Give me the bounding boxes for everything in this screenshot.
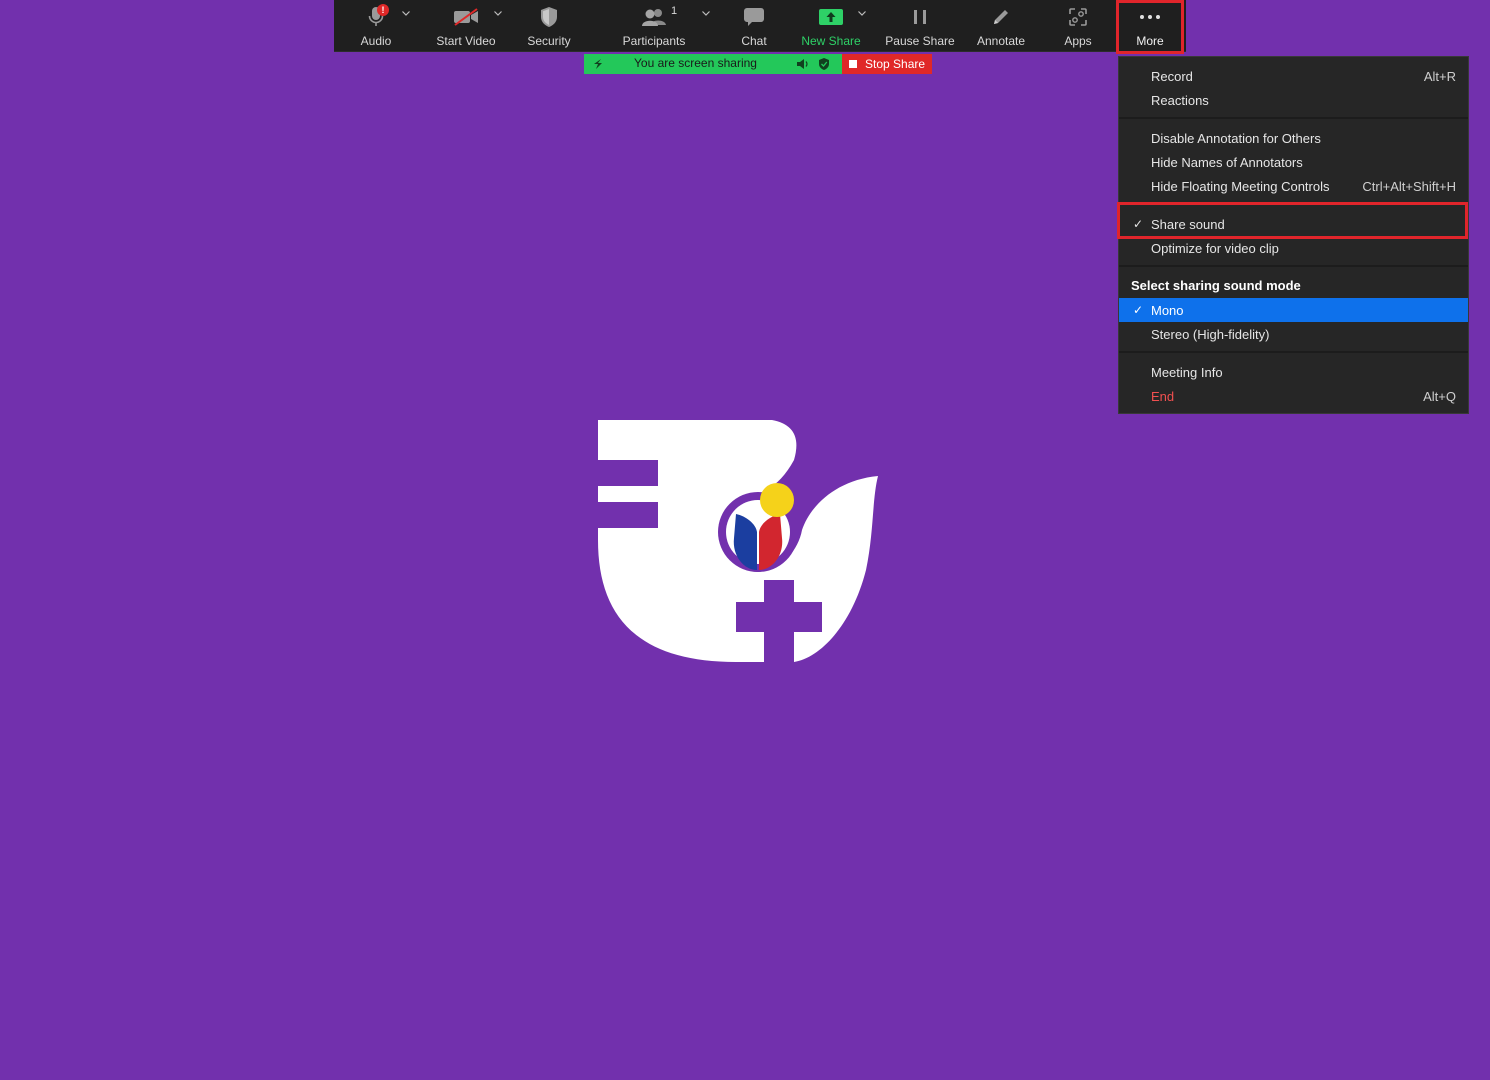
screen-sharing-text: You are screen sharing xyxy=(634,56,757,70)
menu-item-label: Mono xyxy=(1151,302,1184,318)
video-off-icon xyxy=(454,8,478,26)
screen-sharing-banner[interactable]: You are screen sharing xyxy=(584,54,842,74)
pause-icon xyxy=(914,10,926,24)
annotate-label: Annotate xyxy=(976,34,1026,48)
participants-button[interactable]: Participants xyxy=(616,0,692,52)
stop-square-icon xyxy=(849,60,857,68)
stop-share-button[interactable]: Stop Share xyxy=(842,54,932,74)
menu-item-label: Record xyxy=(1151,68,1193,84)
menu-item-label: Hide Floating Meeting Controls xyxy=(1151,178,1330,194)
checkmark-icon: ✓ xyxy=(1133,217,1144,231)
more-label: More xyxy=(1136,34,1164,48)
menu-item-end[interactable]: End Alt+Q xyxy=(1119,384,1468,408)
apps-label: Apps xyxy=(1064,34,1092,48)
menu-item-label: Optimize for video clip xyxy=(1151,240,1279,256)
participants-options-chevron-icon[interactable] xyxy=(701,8,711,18)
menu-item-shortcut: Alt+R xyxy=(1423,68,1456,84)
chat-label: Chat xyxy=(741,34,767,48)
start-video-label: Start Video xyxy=(436,34,496,48)
menu-item-label: Stereo (High-fidelity) xyxy=(1151,326,1270,342)
menu-item-shortcut: Ctrl+Alt+Shift+H xyxy=(1362,178,1456,194)
more-button[interactable]: More xyxy=(1118,0,1182,52)
menu-item-meeting-info[interactable]: Meeting Info xyxy=(1119,360,1468,384)
menu-item-stereo[interactable]: Stereo (High-fidelity) xyxy=(1119,322,1468,346)
menu-item-mono[interactable]: ✓ Mono xyxy=(1119,298,1468,322)
menu-item-hide-annotator-names[interactable]: Hide Names of Annotators xyxy=(1119,150,1468,174)
menu-item-label: Share sound xyxy=(1151,216,1225,232)
menu-divider xyxy=(1119,265,1468,267)
participants-icon xyxy=(642,9,666,26)
security-label: Security xyxy=(527,34,571,48)
apps-button[interactable]: Apps xyxy=(1052,0,1104,52)
meeting-toolbar: ! Audio Start Video Security Participant… xyxy=(334,0,1186,52)
shared-screen-logo xyxy=(598,420,878,662)
video-options-chevron-icon[interactable] xyxy=(493,8,503,18)
menu-item-label: Hide Names of Annotators xyxy=(1151,154,1303,170)
share-options-chevron-icon[interactable] xyxy=(857,8,867,18)
start-video-button[interactable]: Start Video xyxy=(432,0,500,52)
security-button[interactable]: Security xyxy=(520,0,578,52)
audio-button[interactable]: ! Audio xyxy=(342,0,410,52)
shield-icon xyxy=(541,7,557,27)
menu-item-disable-annotation[interactable]: Disable Annotation for Others xyxy=(1119,126,1468,150)
stop-share-label: Stop Share xyxy=(865,57,926,71)
audio-label: Audio xyxy=(360,34,392,48)
chat-button[interactable]: Chat xyxy=(729,0,779,52)
menu-item-share-sound[interactable]: ✓ Share sound xyxy=(1119,212,1468,236)
audio-warning-badge: ! xyxy=(377,4,389,16)
share-screen-icon xyxy=(819,9,843,25)
menu-item-hide-floating-controls[interactable]: Hide Floating Meeting Controls Ctrl+Alt+… xyxy=(1119,174,1468,198)
menu-divider xyxy=(1119,351,1468,353)
menu-item-label: End xyxy=(1151,388,1175,404)
menu-divider xyxy=(1119,203,1468,205)
shield-check-icon xyxy=(819,58,829,70)
more-dots-icon xyxy=(1140,15,1160,19)
apps-icon xyxy=(1069,8,1087,26)
annotate-button[interactable]: Annotate xyxy=(972,0,1030,52)
speaker-icon xyxy=(797,59,808,69)
pause-share-label: Pause Share xyxy=(885,34,955,48)
drag-arrow-icon xyxy=(594,59,602,69)
menu-item-optimize-video[interactable]: Optimize for video clip xyxy=(1119,236,1468,260)
participants-label: Participants xyxy=(622,34,686,48)
participants-count: 1 xyxy=(671,5,678,17)
new-share-label: New Share xyxy=(801,34,861,48)
sound-mode-header: Select sharing sound mode xyxy=(1131,278,1301,293)
menu-item-reactions[interactable]: Reactions xyxy=(1119,88,1468,112)
menu-item-label: Meeting Info xyxy=(1151,364,1223,380)
menu-item-label: Reactions xyxy=(1151,92,1209,108)
pencil-icon xyxy=(994,10,1008,24)
pause-share-button[interactable]: Pause Share xyxy=(885,0,955,52)
checkmark-icon: ✓ xyxy=(1133,303,1144,317)
menu-item-shortcut: Alt+Q xyxy=(1423,388,1456,404)
chat-icon xyxy=(744,8,764,26)
menu-divider xyxy=(1119,117,1468,119)
menu-item-label: Disable Annotation for Others xyxy=(1151,130,1321,146)
more-menu: Record Alt+R Reactions Disable Annotatio… xyxy=(1118,56,1469,414)
menu-item-record[interactable]: Record Alt+R xyxy=(1119,64,1468,88)
new-share-button[interactable]: New Share xyxy=(797,0,865,52)
audio-options-chevron-icon[interactable] xyxy=(401,8,411,18)
